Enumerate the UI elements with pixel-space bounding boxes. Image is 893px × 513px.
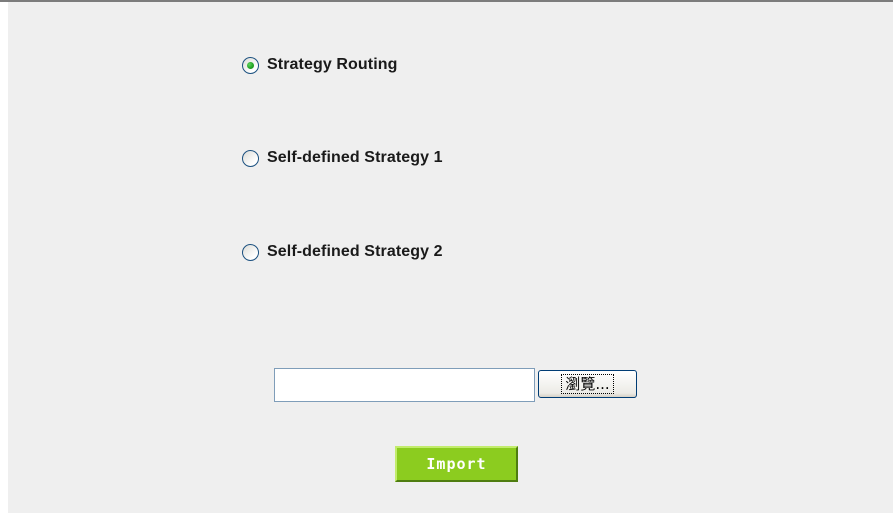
self-defined-strategy-2-option[interactable]: Self-defined Strategy 2 xyxy=(242,243,443,261)
import-button[interactable]: Import xyxy=(395,446,518,482)
radio-unselected-icon[interactable] xyxy=(242,243,259,261)
strategy-routing-option[interactable]: Strategy Routing xyxy=(242,56,398,74)
self-defined-strategy-1-option[interactable]: Self-defined Strategy 1 xyxy=(242,149,443,167)
browse-button[interactable]: 瀏覽... xyxy=(538,370,637,398)
content-panel xyxy=(8,2,893,513)
self-defined-strategy-1-label[interactable]: Self-defined Strategy 1 xyxy=(267,149,443,167)
strategy-routing-label[interactable]: Strategy Routing xyxy=(267,56,398,74)
self-defined-strategy-2-label[interactable]: Self-defined Strategy 2 xyxy=(267,243,443,261)
radio-selected-icon[interactable] xyxy=(242,56,259,74)
radio-dot-icon xyxy=(247,61,254,69)
radio-unselected-icon[interactable] xyxy=(242,149,259,167)
file-path-input[interactable] xyxy=(274,368,535,402)
browse-button-label: 瀏覽... xyxy=(561,374,614,394)
